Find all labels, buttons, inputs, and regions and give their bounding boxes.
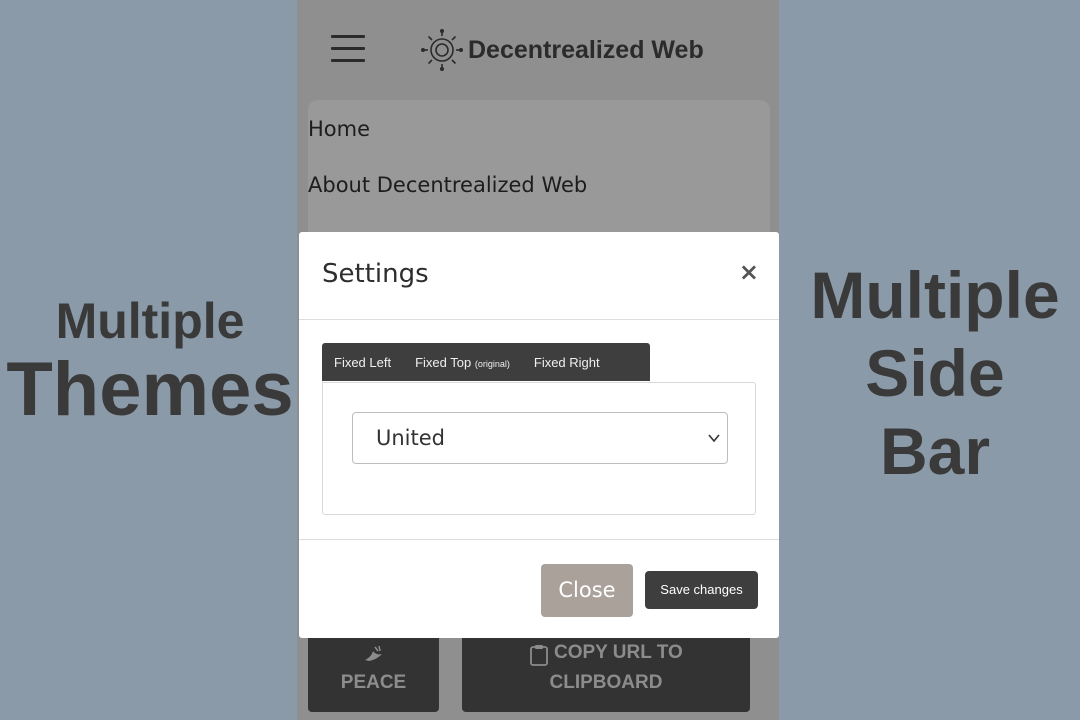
peace-button[interactable]: PEACE: [308, 628, 439, 712]
promo-left-line2: Themes: [6, 347, 294, 432]
tab-fixed-left[interactable]: Fixed Left: [322, 355, 403, 370]
chevron-down-icon: [708, 434, 720, 443]
tab-fixed-top[interactable]: Fixed Top (original): [403, 355, 522, 370]
tab-content: United: [322, 382, 756, 515]
clipboard-icon: [530, 645, 548, 666]
sidebar-position-tabs: Fixed Left Fixed Top (original) Fixed Ri…: [322, 343, 650, 381]
promo-right-line2: Side: [865, 336, 1005, 410]
close-icon[interactable]: ×: [739, 258, 759, 286]
modal-footer: Close Save changes: [299, 539, 779, 639]
theme-select[interactable]: United: [352, 412, 728, 464]
sun-icon: [421, 29, 463, 71]
close-button[interactable]: Close: [541, 564, 633, 617]
promo-left-line1: Multiple: [55, 293, 245, 349]
nav-item-home[interactable]: Home: [308, 117, 370, 141]
theme-select-value: United: [376, 426, 445, 450]
tab-fixed-top-label: Fixed Top: [415, 354, 472, 370]
top-bar: Decentrealized Web: [297, 0, 779, 96]
modal-title: Settings: [322, 259, 429, 289]
hamburger-menu-icon[interactable]: [331, 35, 365, 63]
promo-right-line1: Multiple: [810, 258, 1060, 332]
save-changes-button[interactable]: Save changes: [645, 571, 758, 609]
settings-modal: Settings × Fixed Left Fixed Top (origina…: [299, 232, 779, 638]
modal-header: Settings ×: [299, 232, 779, 320]
nav-item-about[interactable]: About Decentrealized Web: [308, 173, 587, 197]
copy-label-line2: CLIPBOARD: [549, 672, 663, 693]
peace-label: PEACE: [340, 672, 407, 693]
copy-label-line1: COPY URL TO: [554, 642, 683, 663]
site-title: Decentrealized Web: [468, 35, 704, 64]
tab-fixed-top-note: (original): [474, 358, 510, 369]
tab-fixed-right[interactable]: Fixed Right: [522, 355, 612, 370]
promo-right-line3: Bar: [879, 414, 991, 488]
copy-url-button[interactable]: COPY URL TO CLIPBOARD: [462, 628, 750, 712]
brand[interactable]: Decentrealized Web: [421, 28, 704, 72]
promo-multiple-themes: Multiple Themes: [0, 296, 300, 428]
promo-multiple-side-bar: Multiple Side Bar: [790, 256, 1080, 490]
dove-icon: [365, 645, 382, 661]
